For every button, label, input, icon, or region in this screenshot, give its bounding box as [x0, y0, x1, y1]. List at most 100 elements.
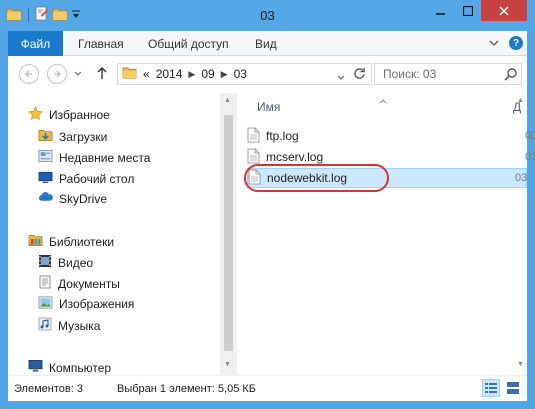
nav-libraries-label: Библиотеки: [49, 234, 115, 249]
qat-dropdown-icon[interactable]: [71, 8, 81, 23]
up-button[interactable]: [97, 66, 107, 82]
scroll-down-arrow-icon[interactable]: ▼: [224, 361, 231, 368]
nav-libraries[interactable]: Библиотеки: [28, 233, 114, 250]
nav-desktop-label: Рабочий стол: [59, 171, 135, 186]
address-dropdown-icon[interactable]: [337, 70, 345, 84]
nav-music-label: Музыка: [58, 318, 101, 333]
up-arrow-icon: [97, 67, 107, 79]
log-file-icon: [247, 148, 260, 167]
folder-icon[interactable]: [6, 7, 22, 24]
navigation-pane: Избранное Загрузки Недавние места Рабочи…: [8, 93, 220, 375]
pictures-icon: [38, 296, 53, 312]
nav-favorites-label: Избранное: [49, 108, 110, 122]
file-list: Имя Д ftp.log 03 mcserv.log 03 nodewebki…: [237, 93, 535, 375]
address-bar[interactable]: « 2014 ▶ 09 ▶ 03: [117, 63, 372, 85]
sort-arrow-icon: [379, 93, 387, 107]
maximize-icon: [462, 5, 473, 16]
breadcrumb-2014[interactable]: 2014: [156, 67, 183, 81]
file-name: nodewebkit.log: [267, 171, 348, 185]
status-bar: Элементов: 3 Выбран 1 элемент: 5,05 КБ: [8, 375, 527, 401]
nav-skydrive-label: SkyDrive: [59, 191, 108, 206]
file-name: ftp.log: [266, 129, 299, 143]
tab-share[interactable]: Общий доступ: [148, 37, 229, 51]
chevron-right-icon[interactable]: ▶: [188, 69, 195, 80]
nav-music[interactable]: Музыка: [38, 317, 100, 334]
properties-icon[interactable]: [35, 6, 49, 24]
tab-file[interactable]: Файл: [8, 31, 63, 56]
log-file-icon: [248, 169, 261, 188]
nav-computer[interactable]: Компьютер: [28, 359, 111, 375]
tab-view[interactable]: Вид: [255, 37, 277, 51]
details-view-icon: [485, 383, 497, 393]
refresh-icon[interactable]: [353, 67, 366, 83]
nav-video-label: Видео: [58, 255, 94, 270]
downloads-icon: [38, 128, 53, 145]
nav-documents[interactable]: Документы: [38, 275, 120, 292]
large-icons-view-button[interactable]: [504, 379, 522, 397]
navigation-pane-scrollbar[interactable]: ▲ ▼: [220, 93, 237, 375]
file-list-scrollbar[interactable]: ▲ ▼: [517, 93, 527, 375]
close-button[interactable]: [481, 0, 527, 21]
breadcrumb-09[interactable]: 09: [201, 67, 214, 81]
close-icon: [499, 5, 509, 16]
maximize-button[interactable]: [454, 0, 481, 21]
nav-documents-label: Документы: [58, 276, 120, 291]
nav-downloads[interactable]: Загрузки: [38, 128, 107, 145]
item-count: Элементов: 3: [14, 383, 83, 395]
search-icon[interactable]: [504, 68, 517, 84]
forward-button[interactable]: [47, 64, 67, 84]
nav-computer-label: Компьютер: [49, 360, 112, 375]
navigation-bar: « 2014 ▶ 09 ▶ 03 Поиск: 03: [8, 56, 527, 93]
breadcrumb-03[interactable]: 03: [234, 67, 247, 81]
desktop-icon: [38, 170, 53, 187]
chevron-right-icon[interactable]: ▶: [221, 69, 228, 80]
recent-locations-button[interactable]: [74, 69, 82, 79]
file-name: mcserv.log: [266, 150, 324, 164]
search-input[interactable]: Поиск: 03: [374, 63, 522, 85]
scroll-down-arrow-icon[interactable]: ▼: [517, 361, 524, 368]
explorer-window: 03 Файл Главная Общий доступ Вид ? « 201…: [0, 0, 535, 409]
scroll-up-arrow-icon[interactable]: ▲: [224, 97, 231, 104]
toolbar-separator: [28, 8, 29, 22]
new-folder-icon[interactable]: [52, 7, 68, 24]
scrollbar-thumb[interactable]: [224, 115, 233, 351]
file-row-selected[interactable]: nodewebkit.log 03: [247, 168, 527, 188]
forward-arrow-icon: [54, 70, 61, 78]
computer-icon: [28, 359, 43, 375]
libraries-icon: [28, 233, 43, 250]
minimize-button[interactable]: [427, 0, 454, 21]
tab-home[interactable]: Главная: [78, 37, 124, 51]
details-view-button[interactable]: [482, 379, 500, 397]
music-icon: [38, 317, 52, 334]
window-controls: [427, 0, 527, 21]
column-header: Имя Д: [237, 93, 527, 117]
log-file-icon: [247, 127, 260, 146]
main-content: Избранное Загрузки Недавние места Рабочи…: [8, 93, 535, 375]
nav-desktop[interactable]: Рабочий стол: [38, 170, 134, 187]
selection-info: Выбран 1 элемент: 5,05 КБ: [117, 383, 256, 395]
nav-favorites[interactable]: Избранное: [28, 106, 110, 124]
nav-pictures-label: Изображения: [59, 297, 135, 311]
ribbon-controls: ?: [489, 36, 523, 50]
nav-pictures[interactable]: Изображения: [38, 296, 134, 312]
back-button[interactable]: [19, 64, 39, 84]
address-folder-icon: [122, 66, 137, 82]
ribbon-tabs: Файл Главная Общий доступ Вид ?: [8, 31, 527, 56]
quick-access-toolbar: [6, 6, 81, 24]
documents-icon: [38, 275, 52, 292]
file-row[interactable]: ftp.log 03: [247, 126, 535, 146]
nav-skydrive[interactable]: SkyDrive: [38, 191, 107, 206]
star-icon: [28, 106, 43, 124]
back-arrow-icon: [25, 70, 32, 78]
file-row[interactable]: mcserv.log 03: [247, 147, 535, 167]
scroll-up-arrow-icon[interactable]: ▲: [517, 97, 524, 104]
breadcrumb-overflow[interactable]: «: [143, 67, 150, 81]
skydrive-cloud-icon: [38, 191, 53, 206]
expand-ribbon-icon[interactable]: [489, 36, 499, 50]
nav-recent-places[interactable]: Недавние места: [38, 149, 150, 166]
nav-video[interactable]: Видео: [38, 254, 93, 271]
large-icons-view-icon: [507, 382, 519, 394]
help-icon[interactable]: ?: [509, 36, 523, 50]
title-bar: 03: [0, 0, 535, 31]
column-name-header[interactable]: Имя: [257, 100, 280, 114]
